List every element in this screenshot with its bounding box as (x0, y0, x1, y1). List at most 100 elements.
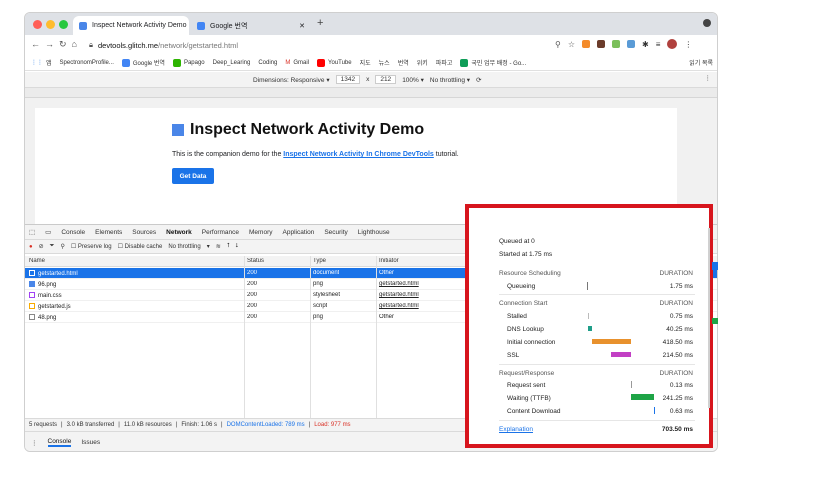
bookmark-item[interactable]: M Gmail (285, 60, 309, 66)
inspect-element-icon[interactable]: ⬚ (29, 228, 35, 236)
record-icon[interactable]: ● (29, 244, 33, 250)
address-bar[interactable]: 🔒︎ devtools.glitch.me/network/getstarted… (89, 38, 609, 52)
home-icon[interactable]: ⌂ (72, 39, 82, 49)
explanation-link[interactable]: Explanation (499, 426, 533, 433)
timing-value: 0.63 ms (669, 408, 693, 415)
lock-icon: 🔒︎ (89, 40, 93, 49)
drawer-menu-icon[interactable]: ⋮ (31, 439, 38, 447)
bookmarks-bar: ⋮⋮ 앱 SpectronomProfile... Google 번역 Papag… (25, 55, 717, 71)
bookmark-item[interactable]: Papago (172, 58, 205, 67)
popover-scrollbar[interactable] (708, 228, 710, 408)
bookmark-item[interactable]: SpectronomProfile... (60, 60, 114, 66)
extension-icon[interactable] (582, 40, 591, 48)
height-input[interactable]: 212 (375, 75, 397, 84)
bookmark-item[interactable]: 위키 (417, 58, 428, 67)
bookmark-item[interactable]: 국민 업무 배정 - Go... (460, 58, 526, 67)
tab-elements[interactable]: Elements (95, 229, 122, 236)
disable-cache-checkbox[interactable]: ☐ Disable cache (118, 243, 163, 250)
column-divider (244, 256, 245, 418)
device-more-icon[interactable]: ⋮ (705, 74, 712, 82)
duration-header: DURATION (659, 270, 693, 277)
extension-icon[interactable] (627, 40, 636, 48)
extension-icon[interactable] (612, 40, 621, 48)
intro-paragraph: This is the companion demo for the Inspe… (172, 151, 459, 158)
column-initiator[interactable]: Initiator (379, 258, 399, 264)
throttle-select[interactable]: No throttling ▾ (430, 76, 470, 84)
clear-icon[interactable]: ⊘ (39, 243, 44, 250)
close-window-icon[interactable] (33, 20, 42, 29)
tab-inspect-network[interactable]: Inspect Network Activity Demo ✕ (73, 16, 189, 35)
tab-console[interactable]: Console (61, 229, 85, 236)
timing-value: 241.25 ms (662, 395, 693, 402)
forward-icon[interactable]: → (45, 39, 59, 49)
rotate-icon[interactable]: ⟳ (476, 76, 481, 84)
column-type[interactable]: Type (313, 258, 326, 264)
tab-security[interactable]: Security (324, 229, 347, 236)
media-query-ruler (25, 88, 717, 98)
wifi-icon[interactable]: ≋ (216, 243, 221, 250)
preserve-log-checkbox[interactable]: ☐ Preserve log (71, 243, 112, 250)
dimensions-select[interactable]: Dimensions: Responsive ▾ (253, 76, 330, 84)
ttfb-bar (631, 394, 654, 400)
upload-icon[interactable]: ⭡ (227, 243, 230, 250)
timing-label: Content Download (507, 408, 561, 415)
extension-icon[interactable] (597, 40, 606, 48)
bookmark-item[interactable]: YouTube (317, 58, 352, 67)
timing-value: 0.75 ms (669, 313, 693, 320)
bookmark-item[interactable]: 읽기 목록 (689, 58, 717, 67)
zoom-select[interactable]: 100% ▾ (402, 76, 424, 84)
browser-toolbar: ←→↻⌂ 🔒︎ devtools.glitch.me/network/getst… (25, 35, 717, 55)
script-icon (29, 303, 35, 309)
initiator-link[interactable]: getstarted.html (379, 292, 419, 298)
search-icon[interactable]: ⚲ (555, 40, 561, 49)
bookmark-item[interactable]: Google 번역 (121, 58, 165, 67)
browser-menu-dot-icon[interactable] (703, 19, 711, 27)
maximize-window-icon[interactable] (59, 20, 68, 29)
devtools-logo-icon (172, 124, 184, 136)
tab-google-translate[interactable]: Google 번역 ✕ (191, 16, 311, 35)
bookmark-item[interactable]: Deep_Learing (213, 60, 251, 66)
column-name[interactable]: Name (29, 258, 45, 264)
bookmark-item[interactable]: 번역 (398, 58, 409, 67)
avatar[interactable] (667, 39, 678, 49)
new-tab-icon[interactable]: + (317, 17, 323, 29)
tab-sources[interactable]: Sources (132, 229, 156, 236)
tab-application[interactable]: Application (283, 229, 315, 236)
search-icon[interactable]: ⚲ (60, 243, 64, 250)
star-icon[interactable]: ☆ (568, 40, 575, 49)
close-tab-icon[interactable]: ✕ (299, 22, 305, 30)
reading-list-icon[interactable]: ≡ (656, 40, 661, 49)
bookmark-item[interactable]: 파파고 (436, 58, 453, 67)
kebab-menu-icon[interactable]: ⋮ (684, 40, 692, 49)
chevron-down-icon[interactable]: ▾ (207, 243, 210, 250)
drawer-tab-issues[interactable]: Issues (81, 439, 100, 446)
drawer-tab-console[interactable]: Console (47, 438, 72, 447)
bookmark-item[interactable]: Coding (258, 60, 277, 66)
tab-performance[interactable]: Performance (202, 229, 239, 236)
bookmark-item[interactable]: 지도 (360, 58, 371, 67)
timing-panel: Queued at 0 Started at 1.75 ms Resource … (469, 208, 710, 444)
initiator-link[interactable]: getstarted.html (379, 281, 419, 287)
timing-label: Stalled (507, 313, 527, 320)
width-input[interactable]: 1342 (335, 75, 361, 84)
bookmark-apps[interactable]: ⋮⋮ 앱 (31, 58, 52, 67)
timing-value: 0.13 ms (669, 382, 693, 389)
tab-lighthouse[interactable]: Lighthouse (358, 229, 390, 236)
download-icon[interactable]: ⭣ (236, 243, 239, 250)
puzzle-icon[interactable]: ✱ (642, 40, 649, 49)
tutorial-link[interactable]: Inspect Network Activity In Chrome DevTo… (283, 151, 434, 158)
bookmark-item[interactable]: 뉴스 (379, 58, 390, 67)
minimize-window-icon[interactable] (46, 20, 55, 29)
back-icon[interactable]: ← (31, 39, 45, 49)
tab-network[interactable]: Network (166, 229, 192, 236)
column-divider (310, 256, 311, 418)
get-data-button[interactable]: Get Data (172, 168, 214, 184)
tab-memory[interactable]: Memory (249, 229, 272, 236)
throttling-select[interactable]: No throttling (168, 244, 200, 250)
initiator-link[interactable]: getstarted.html (379, 303, 419, 309)
column-status[interactable]: Status (247, 258, 264, 264)
reload-icon[interactable]: ↻ (59, 39, 72, 49)
device-toggle-icon[interactable]: ▭ (45, 228, 51, 236)
timing-value: 1.75 ms (669, 283, 693, 290)
filter-icon[interactable]: ⏷ (50, 243, 55, 250)
